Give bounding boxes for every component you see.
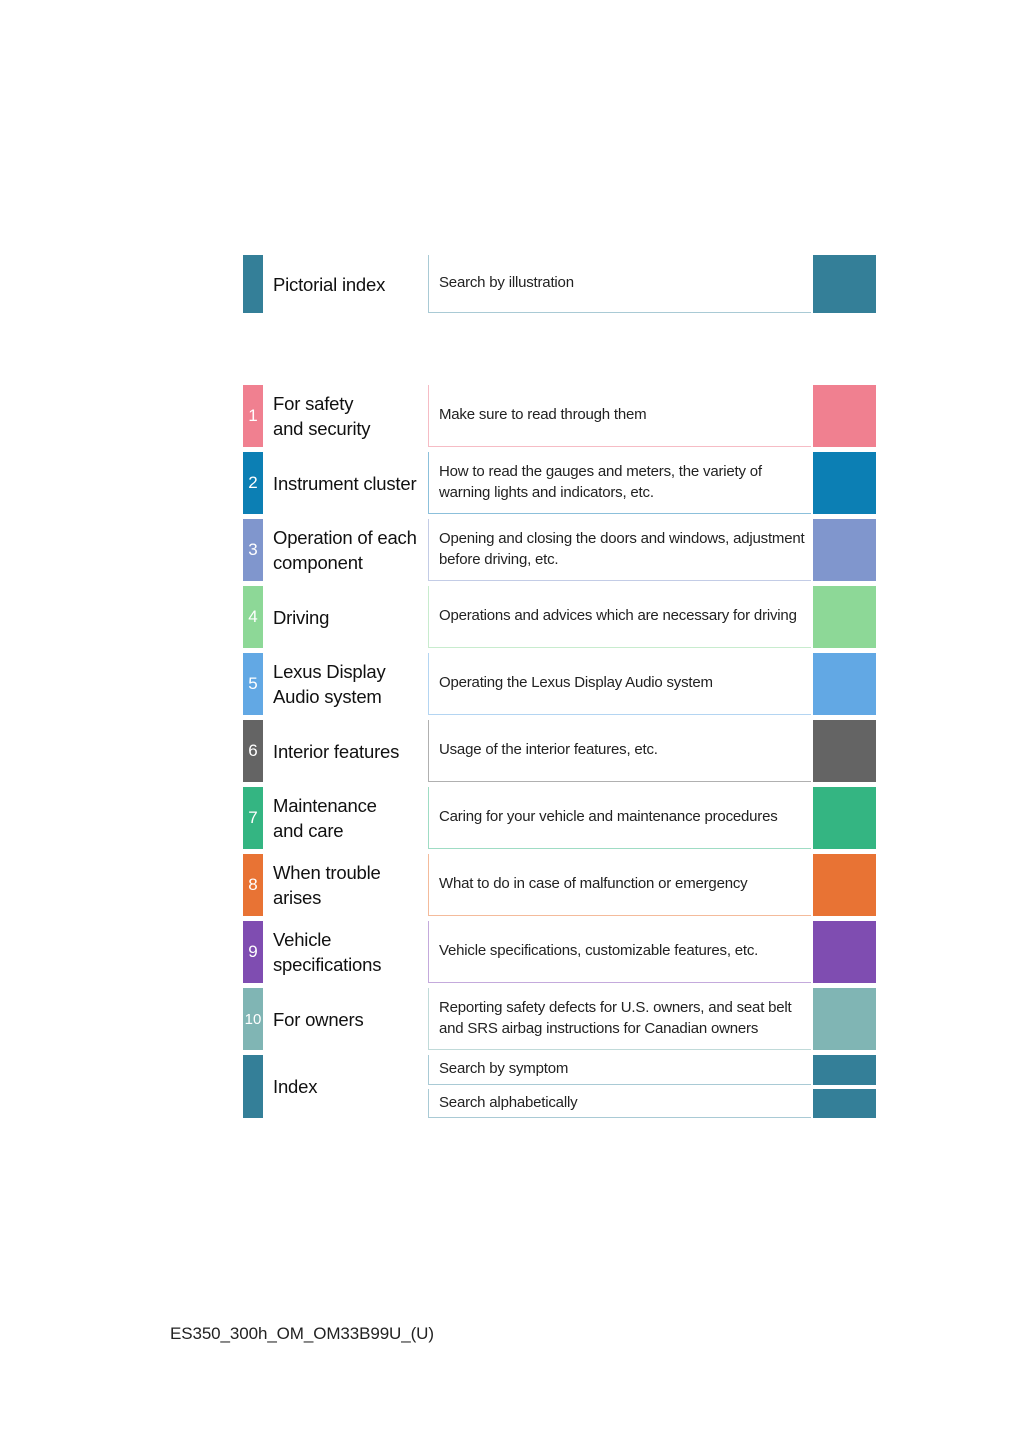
chapter-number-bar: 7 xyxy=(243,787,263,849)
chapter-title-line: Operation of each xyxy=(273,527,417,548)
chapter-title: Maintenance and care xyxy=(273,787,423,849)
chapter-number: 5 xyxy=(248,674,258,693)
index-row: Index Search by symptom Search alphabeti… xyxy=(243,1055,876,1118)
chapter-title: Operation of each component xyxy=(273,519,423,581)
chapter-row[interactable]: 6 Interior features Usage of the interior … xyxy=(243,720,876,782)
chapter-title-line: and care xyxy=(273,820,344,841)
chapter-description: How to read the gauges and meters, the v… xyxy=(428,452,811,514)
chapter-thumb-tab[interactable] xyxy=(813,787,876,849)
chapter-title: Vehicle specifications xyxy=(273,921,423,983)
chapter-description: Caring for your vehicle and maintenance … xyxy=(428,787,811,849)
chapter-number: 9 xyxy=(248,942,258,961)
chapter-number-bar: 8 xyxy=(243,854,263,916)
chapter-title: When trouble arises xyxy=(273,854,423,916)
document-code: ES350_300h_OM_OM33B99U_(U) xyxy=(170,1324,434,1343)
chapter-number-bar: 1 xyxy=(243,385,263,447)
pictorial-index-row[interactable]: Pictorial index Search by illustration xyxy=(243,255,876,313)
chapter-title-line: and security xyxy=(273,418,371,439)
chapter-title-line: Interior features xyxy=(273,740,400,762)
section-description: Search alphabetically xyxy=(428,1089,811,1118)
chapter-title-line: arises xyxy=(273,887,322,908)
chapter-number: 3 xyxy=(248,540,258,559)
chapter-thumb-tab[interactable] xyxy=(813,988,876,1050)
chapter-title-line: Maintenance xyxy=(273,795,377,816)
chapter-row[interactable]: 4 Driving Operations and advices which are… xyxy=(243,586,876,648)
chapter-number: 2 xyxy=(248,473,258,492)
chapter-title-line: For safety xyxy=(273,393,354,414)
chapter-row[interactable]: 1 For safety and security Make sure to read… xyxy=(243,385,876,447)
chapter-title: Instrument cluster xyxy=(273,452,423,514)
chapter-title-line: When trouble xyxy=(273,862,381,883)
section-color-bar xyxy=(243,1055,263,1118)
chapter-title: Lexus Display Audio system xyxy=(273,653,423,715)
chapter-number: 6 xyxy=(248,741,258,760)
chapter-title-line: Driving xyxy=(273,606,330,628)
chapter-thumb-tab[interactable] xyxy=(813,519,876,581)
chapter-description: Reporting safety defects for U.S. owners… xyxy=(428,988,811,1050)
chapter-number-bar: 5 xyxy=(243,653,263,715)
chapter-title-line: Lexus Display xyxy=(273,661,386,682)
chapter-thumb-tab[interactable] xyxy=(813,720,876,782)
chapter-number-bar: 3 xyxy=(243,519,263,581)
index-item-symptom[interactable]: Search by symptom xyxy=(428,1055,876,1085)
chapter-description: Operations and advices which are necessa… xyxy=(428,586,811,648)
index-item-alphabetical[interactable]: Search alphabetically xyxy=(428,1089,876,1118)
chapter-row[interactable]: 3 Operation of each component Opening and c… xyxy=(243,519,876,581)
chapter-title: For owners xyxy=(273,988,423,1050)
chapter-description: Make sure to read through them xyxy=(428,385,811,447)
chapter-title-line: For owners xyxy=(273,1008,364,1030)
chapter-title-line: component xyxy=(273,552,363,573)
chapter-title: For safety and security xyxy=(273,385,423,447)
section-thumb-tab[interactable] xyxy=(813,255,876,313)
chapter-number-bar: 9 xyxy=(243,921,263,983)
chapter-number: 10 xyxy=(244,1010,262,1028)
chapter-thumb-tab[interactable] xyxy=(813,921,876,983)
chapter-title: Driving xyxy=(273,586,423,648)
chapter-thumb-tab[interactable] xyxy=(813,452,876,514)
chapter-number-bar: 4 xyxy=(243,586,263,648)
chapter-title: Interior features xyxy=(273,720,423,782)
chapter-thumb-tab[interactable] xyxy=(813,385,876,447)
section-description: Search by symptom xyxy=(428,1055,811,1085)
chapter-row[interactable]: 10 For owners Reporting safety defects for… xyxy=(243,988,876,1050)
chapter-description: Opening and closing the doors and window… xyxy=(428,519,811,581)
chapter-number: 8 xyxy=(248,875,258,894)
chapter-description: Operating the Lexus Display Audio system xyxy=(428,653,811,715)
chapter-number: 4 xyxy=(248,607,258,626)
chapter-description: What to do in case of malfunction or eme… xyxy=(428,854,811,916)
chapter-number-bar: 2 xyxy=(243,452,263,514)
chapter-number: 1 xyxy=(248,406,258,425)
chapter-title-line: specifications xyxy=(273,954,382,975)
chapter-row[interactable]: 7 Maintenance and care Caring for your vehi… xyxy=(243,787,876,849)
chapter-number-bar: 10 xyxy=(243,988,263,1050)
chapter-description: Usage of the interior features, etc. xyxy=(428,720,811,782)
chapter-title-line: Instrument cluster xyxy=(273,472,417,494)
chapter-row[interactable]: 8 When trouble arises What to do in case of… xyxy=(243,854,876,916)
chapter-description: Vehicle specifications, customizable fea… xyxy=(428,921,811,983)
chapter-number-bar: 6 xyxy=(243,720,263,782)
chapter-row[interactable]: 2 Instrument cluster How to read the gauge… xyxy=(243,452,876,514)
section-thumb-tab[interactable] xyxy=(813,1089,876,1118)
chapter-title-line: Audio system xyxy=(273,686,382,707)
chapter-title-line: Vehicle xyxy=(273,929,332,950)
chapter-row[interactable]: 9 Vehicle specifications Vehicle specificat… xyxy=(243,921,876,983)
chapter-number: 7 xyxy=(248,808,258,827)
chapter-row[interactable]: 5 Lexus Display Audio system Operating the … xyxy=(243,653,876,715)
section-description: Search by illustration xyxy=(428,255,811,313)
chapter-thumb-tab[interactable] xyxy=(813,653,876,715)
section-thumb-tab[interactable] xyxy=(813,1055,876,1085)
section-title: Pictorial index xyxy=(273,273,386,295)
section-color-bar xyxy=(243,255,263,313)
chapter-thumb-tab[interactable] xyxy=(813,586,876,648)
chapter-thumb-tab[interactable] xyxy=(813,854,876,916)
section-title: Index xyxy=(273,1076,318,1097)
